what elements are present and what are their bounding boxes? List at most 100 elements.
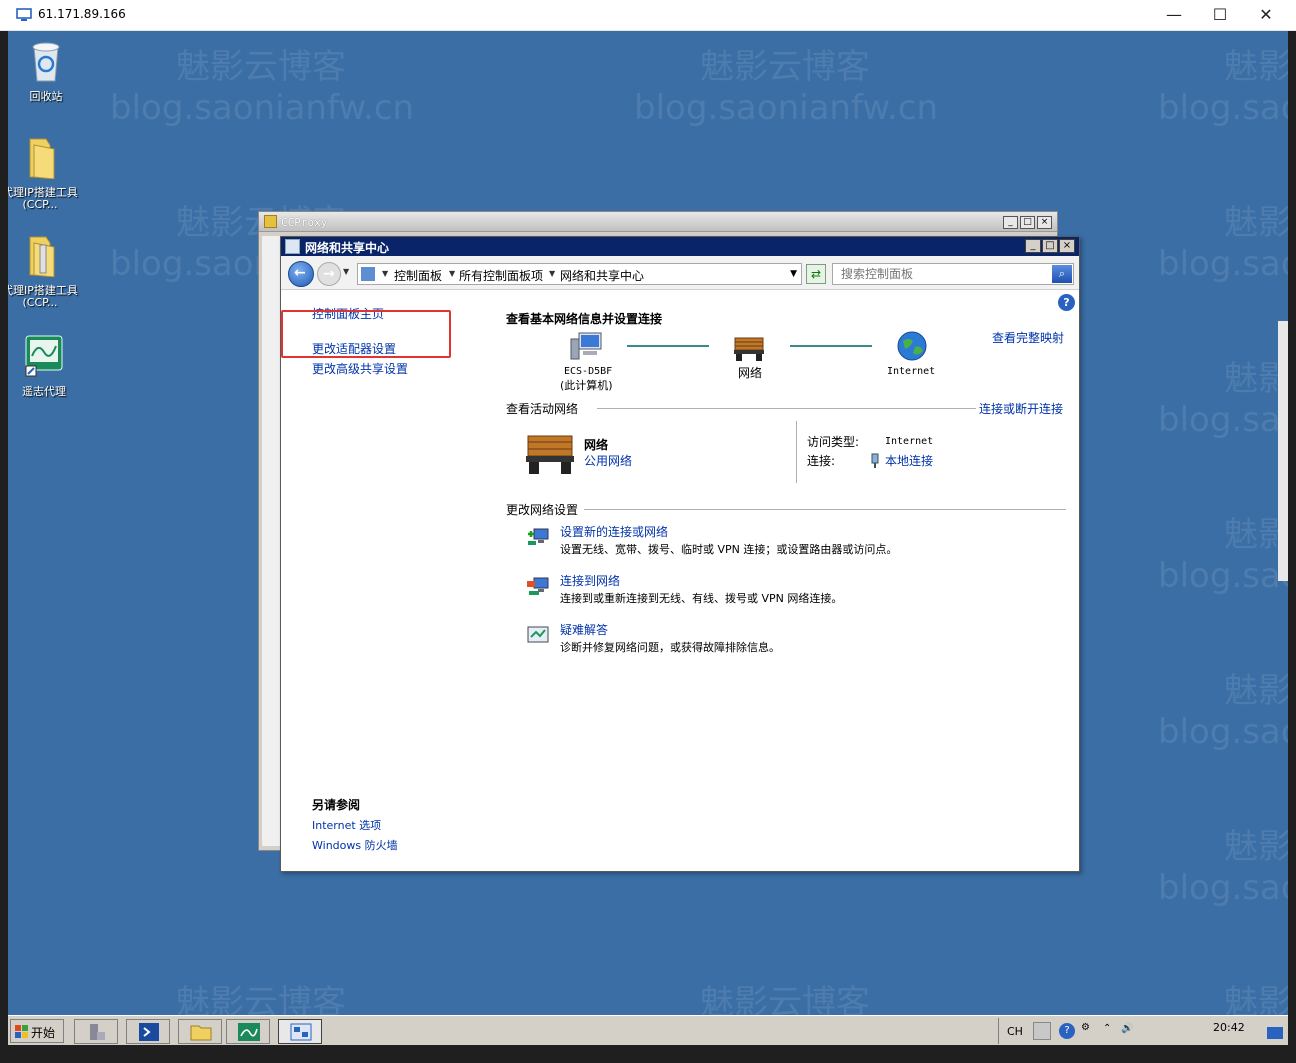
keyboard-icon[interactable] xyxy=(1033,1022,1051,1040)
rdp-minimize-button[interactable]: — xyxy=(1151,0,1197,31)
taskbar-network-center[interactable] xyxy=(278,1019,322,1044)
watermark: 魅影云博客blog.saonianfw.cn xyxy=(110,47,415,128)
watermark: 魅影云博客blog.saonianfw.cn xyxy=(176,983,346,1015)
troubleshoot-link[interactable]: 疑难解答 xyxy=(560,621,608,638)
windows-logo-icon xyxy=(15,1025,28,1038)
desktop-icon-proxy-tool-1[interactable]: 代理IP搭建工具(CCP... xyxy=(8,135,78,211)
chevron-up-icon[interactable]: ⌃ xyxy=(1103,1023,1111,1034)
network-center-icon xyxy=(290,1023,312,1041)
desktop-icon-proxy-tool-2[interactable]: 代理IP搭建工具(CCP... xyxy=(8,233,78,309)
remote-desktop-icon xyxy=(16,8,32,21)
chevron-down-icon[interactable]: ▼ xyxy=(449,269,455,278)
ccproxy-close-button[interactable]: × xyxy=(1037,216,1052,229)
chevron-down-icon[interactable]: ▼ xyxy=(549,269,555,278)
history-dropdown-icon[interactable]: ▼ xyxy=(343,267,349,276)
show-desktop-icon[interactable] xyxy=(1267,1027,1283,1039)
divider xyxy=(597,408,976,409)
computer-icon xyxy=(570,332,602,360)
breadcrumb-all-items[interactable]: 所有控制面板项 xyxy=(459,267,543,284)
map-connector-line xyxy=(790,345,872,347)
rdp-maximize-button[interactable]: ☐ xyxy=(1197,0,1243,31)
start-button[interactable]: 开始 xyxy=(10,1019,64,1043)
see-also-heading: 另请参阅 xyxy=(312,798,361,812)
internet-options-link[interactable]: Internet 选项 xyxy=(312,817,381,833)
proxy-app-icon xyxy=(238,1023,260,1041)
window-maximize-button[interactable]: □ xyxy=(1042,239,1058,253)
computer-name: ECS-D5BF xyxy=(564,366,613,377)
search-icon: ⌕ xyxy=(1058,267,1066,280)
back-button[interactable]: ← xyxy=(288,261,314,287)
search-box[interactable]: ⌕ xyxy=(832,263,1074,285)
host-taskbar xyxy=(0,1045,1296,1063)
page-heading: 查看基本网络信息并设置连接 xyxy=(506,312,663,326)
ccproxy-maximize-button[interactable]: □ xyxy=(1020,216,1035,229)
ccproxy-titlebar: CCProxy _ □ × xyxy=(259,212,1057,232)
breadcrumb-control-panel[interactable]: 控制面板 xyxy=(394,267,442,284)
setup-connection-link[interactable]: 设置新的连接或网络 xyxy=(560,523,668,540)
arrow-left-icon: ← xyxy=(294,265,306,281)
breadcrumb-network-center[interactable]: 网络和共享中心 xyxy=(560,267,644,284)
watermark: 魅影云博客blog.saonianfw.cn xyxy=(1158,515,1288,596)
system-tray: CH ? ⚙ ⌃ 🔊 20:42 xyxy=(998,1018,1288,1044)
watermark: 魅影云博客blog.saonianfw.cn xyxy=(1158,671,1288,752)
change-advanced-sharing-link[interactable]: 更改高级共享设置 xyxy=(312,360,408,377)
clock-time[interactable]: 20:42 xyxy=(1213,1021,1245,1034)
access-type-value: Internet xyxy=(885,436,934,447)
troubleshoot-desc: 诊断并修复网络问题，或获得故障排除信息。 xyxy=(560,641,780,654)
view-full-map-link[interactable]: 查看完整映射 xyxy=(992,329,1064,346)
start-label: 开始 xyxy=(31,1026,56,1040)
ccproxy-sidebar xyxy=(262,236,282,846)
window-minimize-button[interactable]: _ xyxy=(1025,239,1041,253)
rdp-close-button[interactable]: ✕ xyxy=(1243,0,1289,31)
windows-firewall-link[interactable]: Windows 防火墙 xyxy=(312,837,398,853)
taskbar-proxy-app[interactable] xyxy=(226,1019,270,1044)
desktop-icon-recycle-bin[interactable]: 回收站 xyxy=(8,39,84,103)
help-icon[interactable]: ? xyxy=(1059,1023,1075,1039)
help-icon[interactable]: ? xyxy=(1058,294,1075,311)
host-edge-left xyxy=(0,31,8,1063)
refresh-icon: ⇄ xyxy=(810,267,822,281)
proxy-app-icon xyxy=(25,335,63,377)
server-manager-icon xyxy=(90,1024,105,1040)
taskbar-explorer[interactable] xyxy=(178,1019,222,1044)
offscreen-window-fragment xyxy=(1278,321,1288,581)
address-bar[interactable]: ▼ 控制面板 ▼ 所有控制面板项 ▼ 网络和共享中心 ▼ xyxy=(357,263,802,285)
window-title: 网络和共享中心 xyxy=(305,241,390,255)
watermark: 魅影云博客blog.saonianfw.cn xyxy=(700,983,870,1015)
refresh-button[interactable]: ⇄ xyxy=(806,264,826,284)
network-sharing-center-window[interactable]: 网络和共享中心 _ □ × ← → ▼ ▼ 控制面板 ▼ 所有控制面板项 ▼ 网… xyxy=(280,236,1080,872)
network-type-link[interactable]: 公用网络 xyxy=(584,452,632,469)
network-center-icon xyxy=(285,239,300,254)
troubleshoot-icon xyxy=(527,626,549,643)
ccproxy-minimize-button[interactable]: _ xyxy=(1003,216,1018,229)
powershell-icon xyxy=(139,1023,159,1041)
ccproxy-app-icon xyxy=(264,215,277,228)
change-adapter-settings-link[interactable]: 更改适配器设置 xyxy=(312,340,396,357)
access-type-label: 访问类型: xyxy=(807,435,860,449)
settings-icon[interactable]: ⚙ xyxy=(1081,1022,1090,1033)
address-dropdown-icon[interactable]: ▼ xyxy=(790,269,797,279)
local-connection-link[interactable]: 本地连接 xyxy=(885,452,933,469)
connection-label: 连接: xyxy=(807,454,836,468)
window-close-button[interactable]: × xyxy=(1059,239,1075,253)
watermark: 魅影云博客blog.saonianfw.cn xyxy=(1158,359,1288,440)
search-input[interactable] xyxy=(833,264,1051,284)
rdp-titlebar: 61.171.89.166 — ☐ ✕ xyxy=(0,0,1296,31)
taskbar-powershell[interactable] xyxy=(126,1019,170,1044)
watermark: 魅影云博客blog.saonianfw.cn xyxy=(1158,827,1288,908)
connect-network-link[interactable]: 连接到网络 xyxy=(560,572,620,589)
bench-network-icon xyxy=(734,337,764,361)
taskbar-server-manager[interactable] xyxy=(74,1019,118,1044)
volume-icon[interactable]: 🔊 xyxy=(1121,1023,1133,1034)
desktop-icon-proxy-app[interactable]: 遥志代理 xyxy=(8,334,82,398)
network-adapter-icon xyxy=(871,453,879,468)
language-indicator[interactable]: CH xyxy=(1007,1025,1023,1038)
chevron-down-icon[interactable]: ▼ xyxy=(382,269,388,278)
connect-disconnect-link[interactable]: 连接或断开连接 xyxy=(979,400,1063,417)
forward-button[interactable]: → xyxy=(317,262,341,286)
connect-network-icon xyxy=(527,577,549,595)
address-toolbar: ← → ▼ ▼ 控制面板 ▼ 所有控制面板项 ▼ 网络和共享中心 ▼ ⇄ ⌕ xyxy=(281,256,1079,290)
search-button[interactable]: ⌕ xyxy=(1052,265,1072,283)
watermark: 魅影云博客blog.saonianfw.cn xyxy=(1158,47,1288,128)
watermark: 魅影云博客blog.saonianfw.cn xyxy=(1158,203,1288,284)
